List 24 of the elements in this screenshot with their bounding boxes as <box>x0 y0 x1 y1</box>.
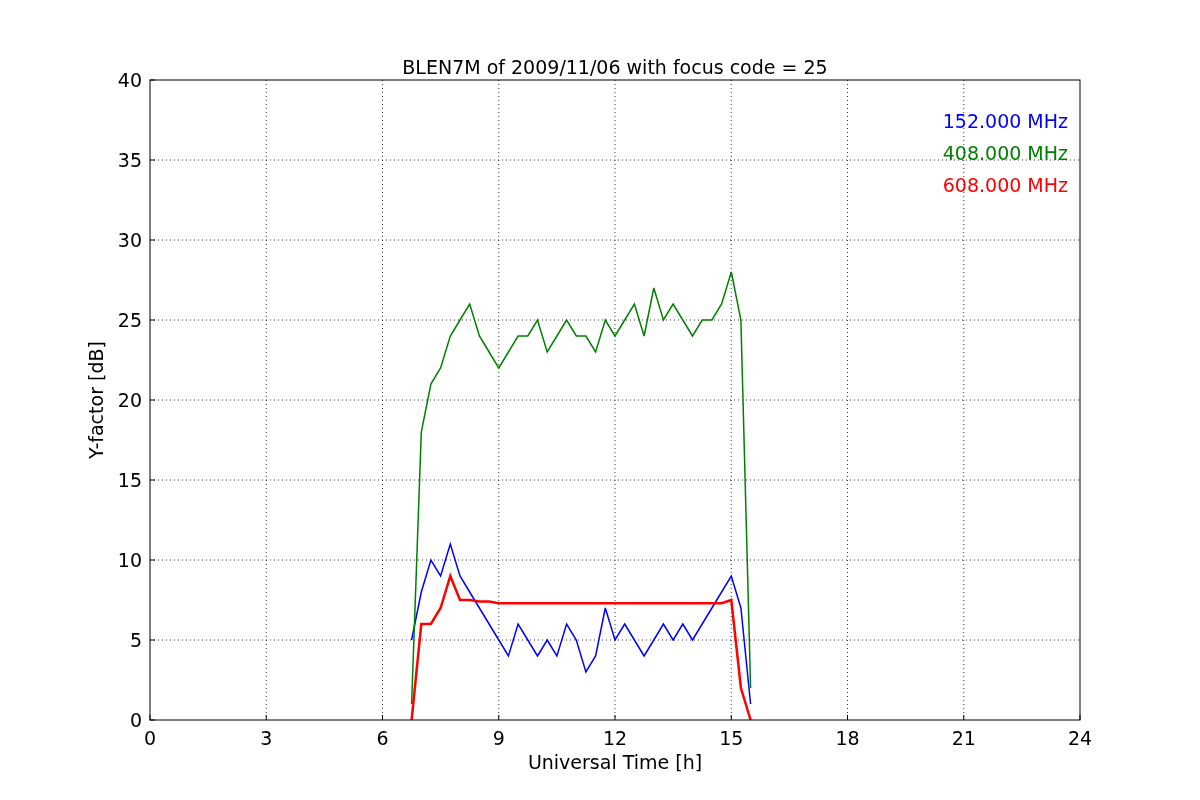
x-tick-label: 0 <box>143 727 157 749</box>
x-tick-label: 9 <box>492 727 505 749</box>
y-tick-label: 40 <box>117 69 142 91</box>
y-tick-label: 10 <box>117 549 142 571</box>
legend-label: 608.000 MHz <box>942 174 1068 196</box>
y-tick-label: 20 <box>117 389 142 411</box>
y-tick-label: 15 <box>117 469 142 491</box>
y-axis-label: Y-factor [dB] <box>85 341 107 459</box>
y-tick-label: 30 <box>117 229 142 251</box>
chart-title: BLEN7M of 2009/11/06 with focus code = 25 <box>402 56 828 78</box>
x-tick-label: 12 <box>602 727 628 749</box>
y-tick-label: 25 <box>117 309 142 331</box>
x-tick-label: 21 <box>951 727 976 749</box>
y-tick-label: 0 <box>129 709 142 731</box>
x-tick-label: 6 <box>376 727 389 749</box>
y-tick-label: 5 <box>129 629 142 651</box>
x-axis-label: Universal Time [h] <box>527 751 703 773</box>
legend-label: 408.000 MHz <box>942 142 1068 164</box>
x-tick-label: 24 <box>1067 727 1093 749</box>
legend-label: 152.000 MHz <box>942 110 1068 132</box>
y-tick-label: 35 <box>117 149 142 171</box>
x-tick-label: 15 <box>719 727 744 749</box>
x-tick-label: 3 <box>260 727 273 749</box>
x-tick-label: 18 <box>835 727 860 749</box>
